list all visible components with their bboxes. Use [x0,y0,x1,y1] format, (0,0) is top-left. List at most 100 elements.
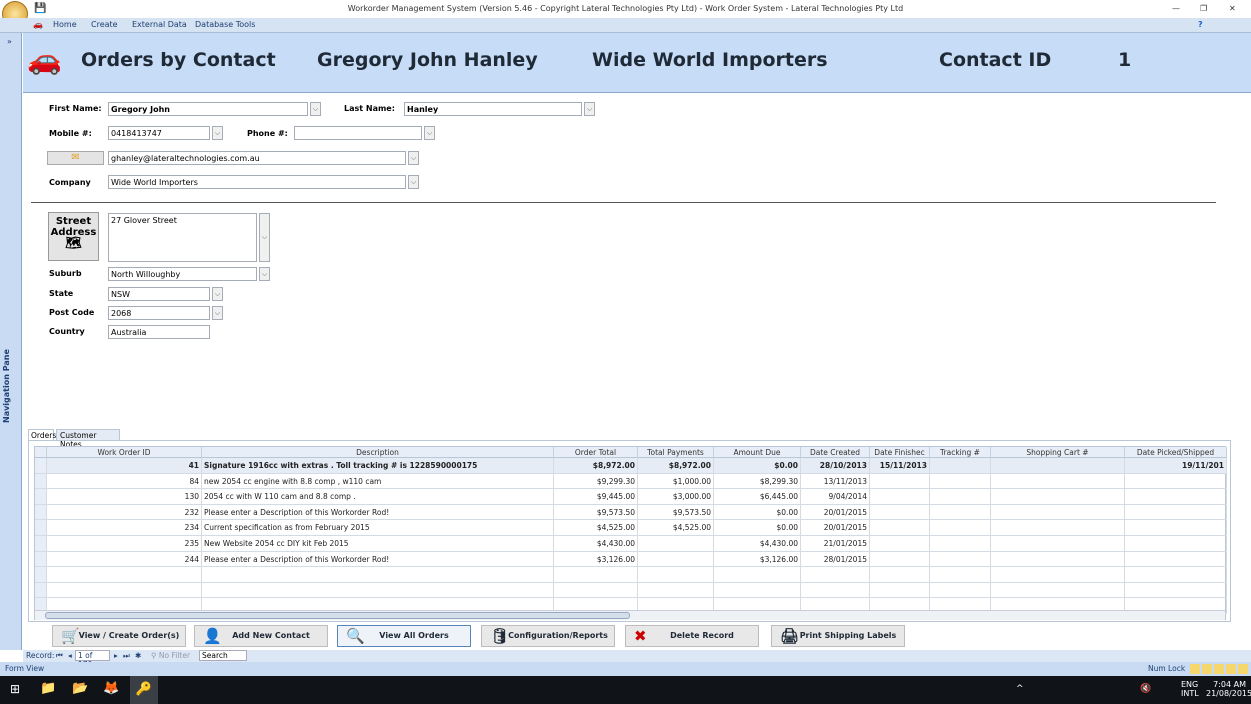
save-icon[interactable]: 💾 [34,0,46,18]
table-cell[interactable] [870,551,930,568]
table-cell[interactable]: $0.00 [714,520,801,536]
firefox-icon[interactable]: 🦊 [103,681,119,696]
table-cell[interactable]: New Website 2054 cc DIY kit Feb 2015 [202,536,554,552]
clock[interactable]: 7:04 AM 21/08/2015 [1206,680,1251,698]
tab-create[interactable]: Create [91,20,118,29]
print-shipping-labels-button[interactable]: 🖨 Print Shipping Labels [771,625,905,647]
empty-cell[interactable] [554,567,638,583]
table-cell[interactable] [1125,551,1227,568]
table-cell[interactable]: 21/01/2015 [801,536,870,552]
row-selector[interactable] [35,536,47,552]
table-cell[interactable]: $1,000.00 [638,473,714,490]
empty-cell[interactable] [870,582,930,599]
phone-field[interactable] [294,126,422,140]
chevron-down-icon[interactable]: ⌵ [259,213,270,262]
row-selector[interactable] [35,473,47,490]
select-all-corner[interactable] [35,447,47,458]
next-record-button[interactable]: ▸ [114,651,118,660]
mobile-field[interactable]: 0418413747 [108,126,210,140]
table-cell[interactable] [870,536,930,552]
street-field[interactable]: 27 Glover Street [108,213,257,262]
empty-cell[interactable] [638,567,714,583]
chevron-down-icon[interactable]: ⌵ [408,151,419,165]
email-field[interactable]: ghanley@lateraltechnologies.com.au [108,151,406,165]
empty-cell[interactable] [870,567,930,583]
empty-cell[interactable] [1125,582,1227,599]
row-selector[interactable] [35,520,47,536]
table-cell[interactable] [991,520,1125,536]
table-cell[interactable] [870,473,930,490]
horizontal-scrollbar[interactable] [35,610,1225,620]
view-create-orders-button[interactable]: 🛒 View / Create Order(s) [52,625,186,647]
company-field[interactable]: Wide World Importers [108,175,406,189]
table-cell[interactable] [930,520,991,536]
empty-cell[interactable] [638,582,714,599]
empty-cell[interactable] [801,582,870,599]
table-cell[interactable] [638,551,714,568]
row-selector[interactable] [35,504,47,521]
street-address-button[interactable]: Street Address 🗺 [48,212,99,261]
empty-cell[interactable] [801,567,870,583]
table-cell[interactable]: $4,525.00 [554,520,638,536]
table-cell[interactable] [930,536,991,552]
table-cell[interactable]: $3,000.00 [638,489,714,505]
column-header[interactable]: Date Picked/Shipped [1125,447,1227,458]
last-record-button[interactable]: ⏭ [123,651,130,661]
table-cell[interactable]: 9/04/2014 [801,489,870,505]
table-cell[interactable]: 234 [47,520,202,536]
chevron-down-icon[interactable]: ⌵ [212,287,223,301]
empty-cell[interactable] [1125,567,1227,583]
state-field[interactable]: NSW [108,287,210,301]
row-selector[interactable] [35,567,47,583]
mail-icon[interactable]: 📂 [72,681,88,696]
column-header[interactable]: Total Payments [638,447,714,458]
table-cell[interactable]: $9,299.30 [554,473,638,490]
table-cell[interactable] [930,489,991,505]
empty-cell[interactable] [202,582,554,599]
empty-cell[interactable] [930,567,991,583]
access-icon[interactable]: 🔑 [130,676,158,704]
empty-cell[interactable] [991,582,1125,599]
table-cell[interactable] [870,489,930,505]
country-field[interactable]: Australia [108,325,210,339]
table-cell[interactable] [991,489,1125,505]
language-indicator[interactable]: ENG INTL [1181,680,1199,698]
add-new-contact-button[interactable]: 👤 Add New Contact [194,625,328,647]
start-icon[interactable]: ⊞ [10,682,20,696]
table-cell[interactable]: $3,126.00 [714,551,801,568]
table-cell[interactable]: new 2054 cc engine with 8.8 comp , w110 … [202,473,554,490]
table-cell[interactable]: $3,126.00 [554,551,638,568]
empty-cell[interactable] [991,567,1125,583]
empty-cell[interactable] [930,582,991,599]
table-cell[interactable]: 2054 cc with W 110 cam and 8.8 comp . [202,489,554,505]
search-input[interactable]: Search [199,650,247,661]
postcode-field[interactable]: 2068 [108,306,210,320]
chevron-down-icon[interactable]: ⌵ [424,126,435,140]
table-cell[interactable] [1125,536,1227,552]
column-header[interactable]: Date Created [801,447,870,458]
chevron-down-icon[interactable]: ⌵ [584,102,595,116]
row-selector[interactable] [35,551,47,568]
table-cell[interactable]: $4,430.00 [714,536,801,552]
restore-button[interactable]: ❐ [1200,0,1207,18]
table-cell[interactable]: 20/01/2015 [801,504,870,521]
table-cell[interactable] [991,458,1125,474]
close-button[interactable]: ✕ [1229,0,1236,18]
table-cell[interactable] [991,473,1125,490]
table-cell[interactable]: 20/01/2015 [801,520,870,536]
table-cell[interactable]: $4,430.00 [554,536,638,552]
table-cell[interactable]: $0.00 [714,504,801,521]
new-record-button[interactable]: ✱ [135,651,141,660]
tab-database-tools[interactable]: Database Tools [195,20,255,29]
table-cell[interactable] [1125,473,1227,490]
table-cell[interactable] [991,551,1125,568]
chevron-down-icon[interactable]: ⌵ [212,306,223,320]
table-cell[interactable]: $6,445.00 [714,489,801,505]
chevron-down-icon[interactable]: ⌵ [259,267,270,281]
row-selector[interactable] [35,582,47,599]
volume-icon[interactable]: 🔇 [1140,684,1151,694]
table-cell[interactable] [991,536,1125,552]
column-header[interactable]: Amount Due [714,447,801,458]
table-cell[interactable] [1125,489,1227,505]
record-position-field[interactable]: 1 of 170 [75,650,110,669]
